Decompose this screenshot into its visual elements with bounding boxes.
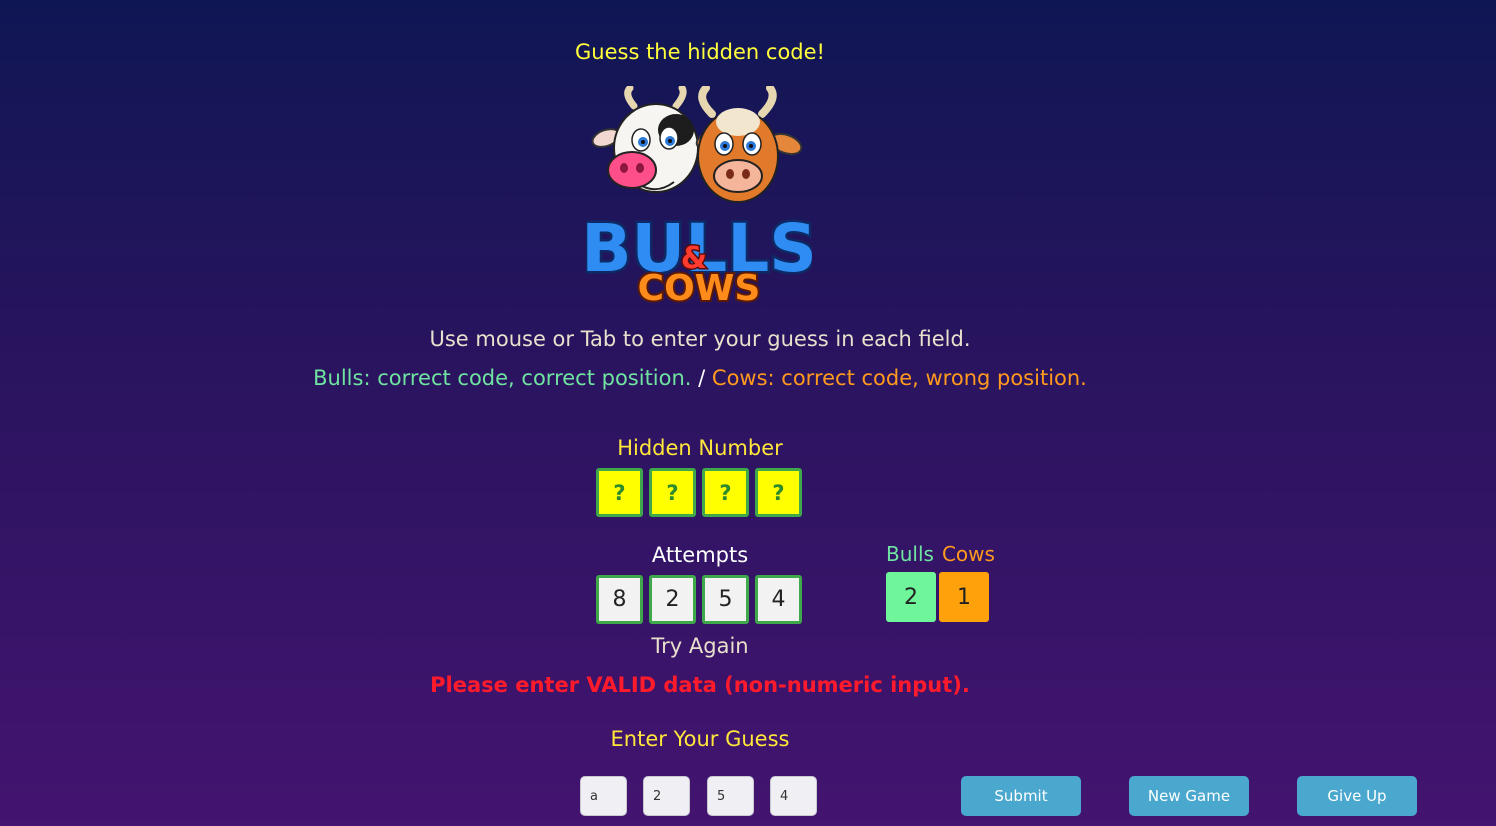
give-up-button[interactable]: Give Up xyxy=(1297,776,1417,816)
cows-count: 1 xyxy=(939,572,989,622)
bulls-count: 2 xyxy=(886,572,936,622)
cows-label: Cows xyxy=(941,542,995,566)
attempt-digit: 8 xyxy=(596,575,643,624)
hidden-digit: ? xyxy=(755,468,802,517)
tagline: Guess the hidden code! xyxy=(575,40,825,64)
hidden-digit: ? xyxy=(702,468,749,517)
submit-button[interactable]: Submit xyxy=(961,776,1081,816)
logo-cows-text: COWS xyxy=(638,268,761,309)
error-message: Please enter VALID data (non-numeric inp… xyxy=(430,673,970,697)
legend-bulls: Bulls: correct code, correct position. xyxy=(313,366,692,390)
score-row: 2 1 xyxy=(886,572,989,622)
legend-cows: Cows: correct code, wrong position. xyxy=(711,366,1087,390)
attempts-title: Attempts xyxy=(651,543,749,567)
bulls-cows-legend: Bulls: correct code, correct position. /… xyxy=(313,366,1087,390)
hidden-digit: ? xyxy=(596,468,643,517)
new-game-button[interactable]: New Game xyxy=(1129,776,1249,816)
attempt-digit: 5 xyxy=(702,575,749,624)
guess-input-2[interactable] xyxy=(643,776,690,816)
guess-input-4[interactable] xyxy=(770,776,817,816)
instructions-text: Use mouse or Tab to enter your guess in … xyxy=(429,327,971,351)
attempt-row: 8 2 5 4 xyxy=(596,575,802,624)
legend-separator: / xyxy=(691,366,712,390)
enter-guess-title: Enter Your Guess xyxy=(610,727,790,751)
guess-input-1[interactable] xyxy=(580,776,627,816)
guess-input-3[interactable] xyxy=(707,776,754,816)
attempt-digit: 2 xyxy=(649,575,696,624)
hidden-digit: ? xyxy=(649,468,696,517)
hidden-number-title: Hidden Number xyxy=(617,436,783,460)
score-labels: Bulls Cows xyxy=(886,542,995,566)
hidden-number-row: ? ? ? ? xyxy=(596,468,802,517)
bulls-and-cows-logo: BULLS & COWS xyxy=(586,86,812,310)
try-again-message: Try Again xyxy=(651,634,749,658)
bulls-label: Bulls xyxy=(886,542,934,566)
attempt-digit: 4 xyxy=(755,575,802,624)
